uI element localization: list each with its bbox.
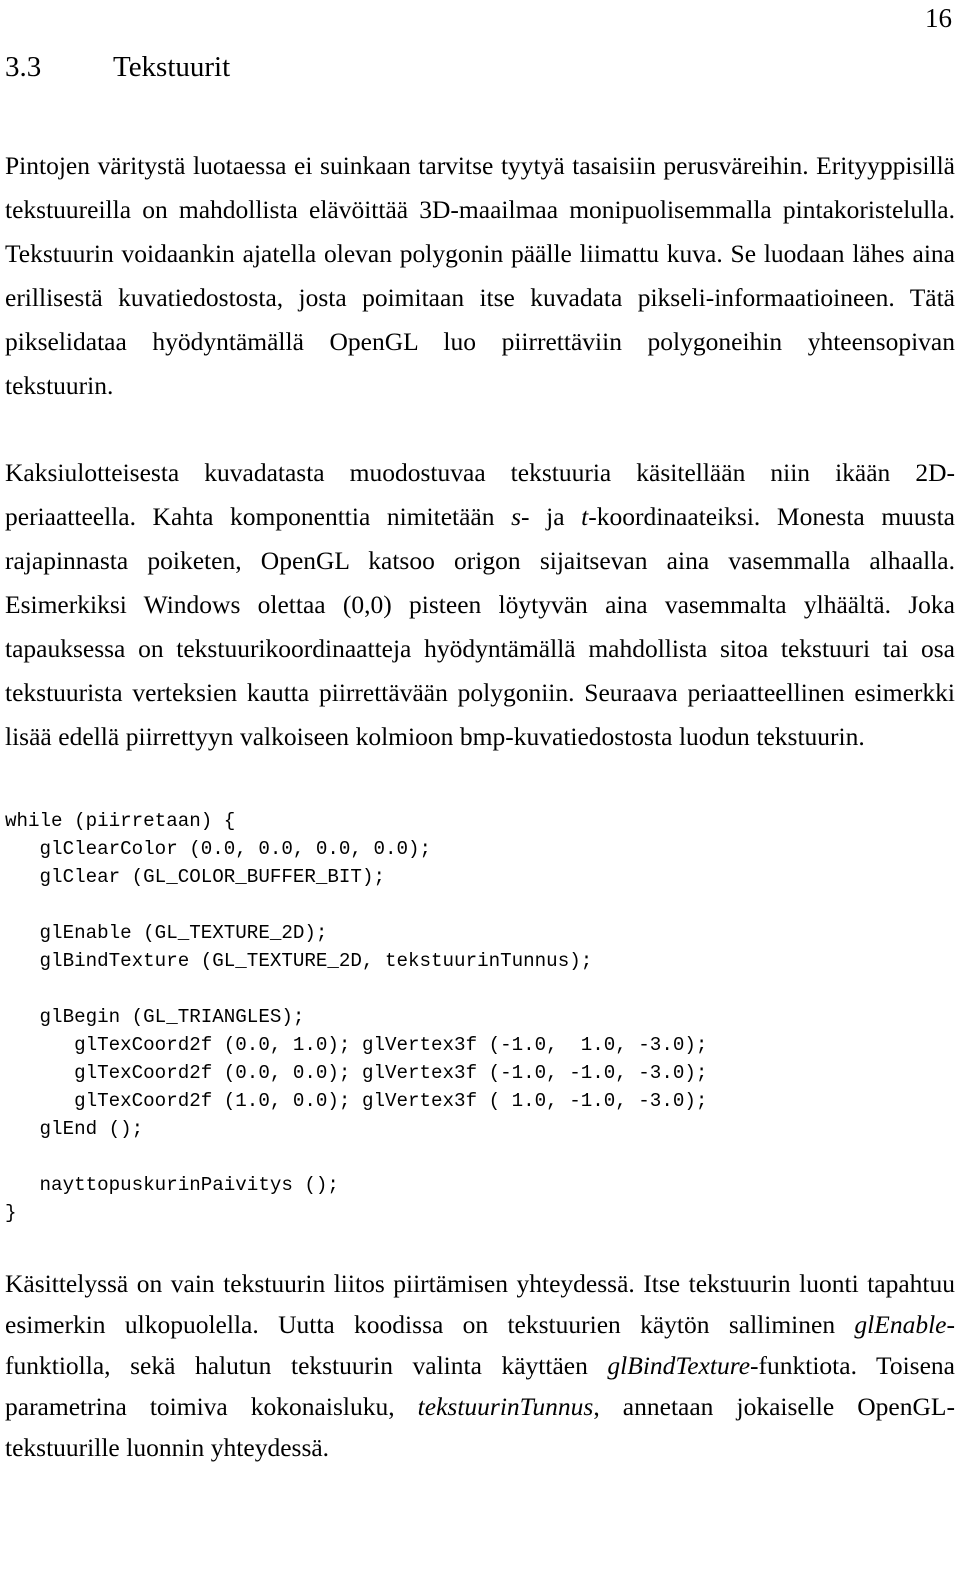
page-content: 3.3 Tekstuurit Pintojen väritystä luotaes… xyxy=(5,48,955,1468)
spacer-after-heading xyxy=(5,86,955,144)
spacer-before-code xyxy=(5,759,955,807)
section-heading: 3.3 Tekstuurit xyxy=(5,48,955,86)
paragraph-explanation: Käsittelyssä on vain tekstuurin liitos p… xyxy=(5,1263,955,1468)
spacer-paragraph-1 xyxy=(5,408,955,451)
page-number: 16 xyxy=(925,3,952,33)
code-block: while (piirretaan) { glClearColor (0.0, … xyxy=(5,810,708,1224)
paragraph-explanation-part-a: Käsittelyssä on vain tekstuurin liitos p… xyxy=(5,1269,955,1339)
paragraph-coordinates-part-b: - ja xyxy=(521,502,582,531)
coordinate-s-label: s xyxy=(511,502,522,531)
paragraph-coordinates: Kaksiulotteisesta kuvadatasta muodostuva… xyxy=(5,451,955,759)
function-name-glenable: glEnable xyxy=(854,1310,947,1339)
document-page: 16 3.3 Tekstuurit Pintojen väritystä luot… xyxy=(0,0,960,1572)
section-heading-number: 3.3 xyxy=(5,51,42,83)
section-heading-title: Tekstuurit xyxy=(113,51,231,83)
parameter-name-tekstuurintunnus: tekstuurinTunnus xyxy=(417,1392,594,1421)
function-name-glbindtexture: glBindTexture xyxy=(607,1351,751,1380)
paragraph-coordinates-part-c: -koordinaateiksi. Monesta muusta rajapin… xyxy=(5,502,955,751)
paragraph-intro: Pintojen väritystä luotaessa ei suinkaan… xyxy=(5,151,955,400)
spacer-after-code xyxy=(5,1227,955,1263)
